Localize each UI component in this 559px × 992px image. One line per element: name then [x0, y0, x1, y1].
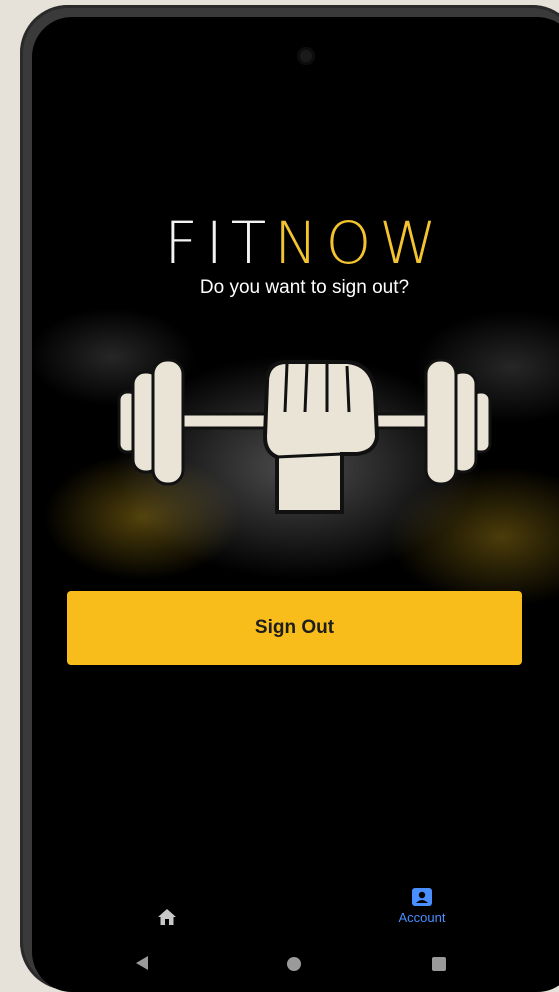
system-nav-bar: [32, 945, 559, 985]
account-icon: [412, 888, 432, 906]
dumbbell-fist-illustration: [117, 358, 492, 514]
logo-text-fit: FIT: [164, 209, 275, 277]
sign-out-button[interactable]: Sign Out: [67, 591, 522, 665]
phone-frame: FITNOW Do you want to sign out? Sign Out: [20, 5, 559, 992]
app-screen: FITNOW Do you want to sign out? Sign Out: [32, 17, 559, 992]
home-circle-icon[interactable]: [287, 957, 301, 971]
logo-text-now: NOW: [274, 209, 445, 277]
back-icon[interactable]: [135, 955, 149, 971]
signout-prompt: Do you want to sign out?: [199, 277, 410, 298]
app-logo: FITNOW: [32, 209, 559, 277]
nav-item-home[interactable]: [142, 897, 192, 937]
nav-account-label: Account: [398, 910, 446, 925]
bottom-nav: Account: [32, 877, 559, 947]
recents-icon[interactable]: [432, 957, 446, 971]
front-camera: [297, 47, 315, 65]
nav-item-account[interactable]: Account: [377, 887, 467, 937]
home-icon: [158, 909, 176, 925]
